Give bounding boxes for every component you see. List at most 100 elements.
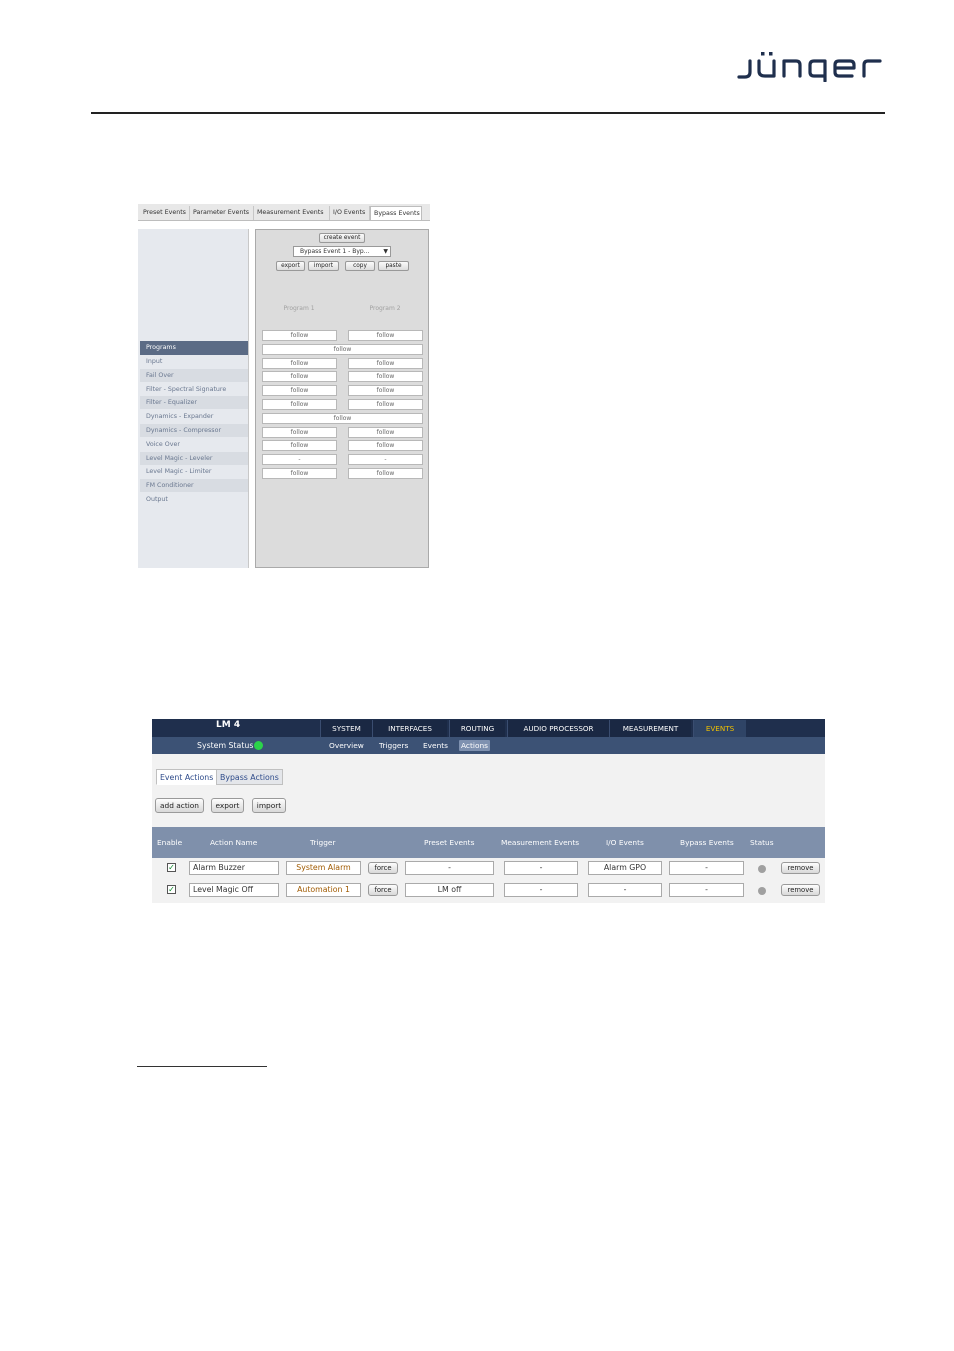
nav-system[interactable]: SYSTEM [320,720,372,737]
column-preset-events: Preset Events [424,838,475,847]
status-indicator-icon [758,887,766,895]
bypass-select-program-1[interactable]: follow [262,330,337,341]
column-trigger: Trigger [310,838,336,847]
tab-event-actions[interactable]: Event Actions [156,769,218,785]
device-name: LM 4 [216,720,241,730]
header-rule [91,112,885,114]
measurement-events-select[interactable]: - [504,861,578,875]
create-event-button[interactable]: create event [319,233,365,243]
bypass-select-program-2[interactable]: follow [348,468,423,479]
add-action-button[interactable]: add action [155,798,204,813]
subnav-triggers[interactable]: Triggers [377,740,410,751]
action-name-input[interactable]: Level Magic Off [189,883,279,897]
module-label: Input [146,358,163,365]
nav-interfaces[interactable]: INTERFACES [372,720,447,737]
preset-events-select[interactable]: - [405,861,494,875]
measurement-events-select[interactable]: - [504,883,578,897]
tab-parameter-events[interactable]: Parameter Events [190,206,254,220]
action-name-input[interactable]: Alarm Buzzer [189,861,279,875]
bypass-select-program-2[interactable]: follow [348,385,423,397]
trigger-select[interactable]: System Alarm [286,861,361,875]
module-label: Level Magic - Leveler [140,451,248,465]
bypass-select-program-1[interactable]: - [262,454,337,466]
dropdown-arrow-icon: ▼ [383,248,388,255]
module-label: Dynamics - Compressor [140,424,248,437]
table-row: ✓ Level Magic Off Automation 1 force LM off -… [152,880,825,902]
enable-checkbox[interactable]: ✓ [167,863,176,872]
paste-button[interactable]: paste [378,261,409,271]
actions-table-header: Enable Action Name Trigger Preset Events… [152,827,825,858]
nav-audio-processor[interactable]: AUDIO PROCESSOR [507,720,609,737]
module-label: Voice Over [146,440,180,448]
bypass-select-program-2[interactable]: follow [348,399,423,410]
column-bypass-events: Bypass Events [680,838,734,847]
bypass-select-program-1[interactable]: follow [262,357,337,369]
bypass-select-program-2[interactable]: follow [348,371,423,383]
event-tabs: Preset Events Parameter Events Measureme… [138,204,430,221]
bypass-select-all-programs[interactable]: follow [262,343,423,355]
module-label: Filter - Equalizer [140,396,248,410]
remove-button[interactable]: remove [781,862,820,874]
column-io-events: I/O Events [606,838,644,847]
subnav-events[interactable]: Events [421,740,450,751]
bypass-select-program-1[interactable]: follow [262,371,337,383]
module-label: Output [146,496,168,503]
import-button[interactable]: import [308,261,339,271]
nav-events[interactable]: EVENTS [693,720,746,737]
system-status-label: System Status [197,741,254,750]
subnav-actions[interactable]: Actions [459,740,490,751]
subnav-overview[interactable]: Overview [327,740,366,751]
bypass-events-select[interactable]: - [669,883,744,897]
bypass-select-program-2[interactable]: - [348,454,423,466]
bypass-select-all-programs[interactable]: follow [262,412,423,424]
export-button[interactable]: export [276,261,305,271]
force-button[interactable]: force [368,862,398,874]
nav-routing[interactable]: ROUTING [449,720,505,737]
tab-io-events[interactable]: I/O Events [330,206,370,220]
bypass-select-program-2[interactable]: follow [348,426,423,438]
tab-bypass-events[interactable]: Bypass Events [370,206,422,220]
io-events-select[interactable]: - [588,883,662,897]
bypass-select-program-1[interactable]: follow [262,440,337,452]
tab-preset-events[interactable]: Preset Events [140,206,190,220]
module-label: Dynamics - Expander [146,413,214,421]
preset-events-select[interactable]: LM off [405,883,494,897]
bypass-select-program-1[interactable]: follow [262,399,337,410]
top-navigation-bar: LM 4 SYSTEM INTERFACES ROUTING AUDIO PRO… [152,719,825,737]
bypass-event-select[interactable]: Bypass Event 1 - Byp... ▼ [293,246,391,257]
event-actions-screenshot: LM 4 SYSTEM INTERFACES ROUTING AUDIO PRO… [152,719,825,903]
trigger-select[interactable]: Automation 1 [286,883,361,897]
bypass-select-program-2[interactable]: follow [348,440,423,452]
bypass-event-select-value: Bypass Event 1 - Byp... [300,248,370,255]
bypass-select-program-1[interactable]: follow [262,426,337,438]
bypass-select-program-1[interactable]: follow [262,468,337,479]
copy-button[interactable]: copy [345,261,375,271]
bypass-event-editor: create event Bypass Event 1 - Byp... ▼ e… [255,229,429,568]
nav-measurement[interactable]: MEASUREMENT [609,720,691,737]
enable-checkbox[interactable]: ✓ [167,885,176,894]
export-button[interactable]: export [211,798,244,813]
module-label: Level Magic - Limiter [146,468,212,476]
footnote-rule [137,1066,267,1067]
column-action-name: Action Name [210,838,258,847]
column-enable: Enable [157,838,183,847]
module-label: Filter - Spectral Signature [146,385,227,393]
tab-measurement-events[interactable]: Measurement Events [254,206,330,220]
system-status-indicator-icon [254,741,263,750]
import-button[interactable]: import [252,798,286,813]
tab-bypass-actions[interactable]: Bypass Actions [216,769,283,785]
io-events-select[interactable]: Alarm GPO [588,861,662,875]
remove-button[interactable]: remove [781,884,820,896]
junger-logo [737,52,882,82]
bypass-events-select[interactable]: - [669,861,744,875]
bypass-select-program-1[interactable]: follow [262,385,337,397]
status-indicator-icon [758,865,766,873]
bypass-select-program-2[interactable]: follow [348,357,423,369]
program-1-column-label: Program 1 [283,305,315,312]
program-2-column-label: Program 2 [369,305,401,312]
bypass-select-program-2[interactable]: follow [348,330,423,341]
column-measurement-events: Measurement Events [501,838,580,847]
sub-navigation-bar: System Status Overview Triggers Events A… [152,737,825,754]
table-row: ✓ Alarm Buzzer System Alarm force - - Alarm GP… [152,858,825,880]
force-button[interactable]: force [368,884,398,896]
